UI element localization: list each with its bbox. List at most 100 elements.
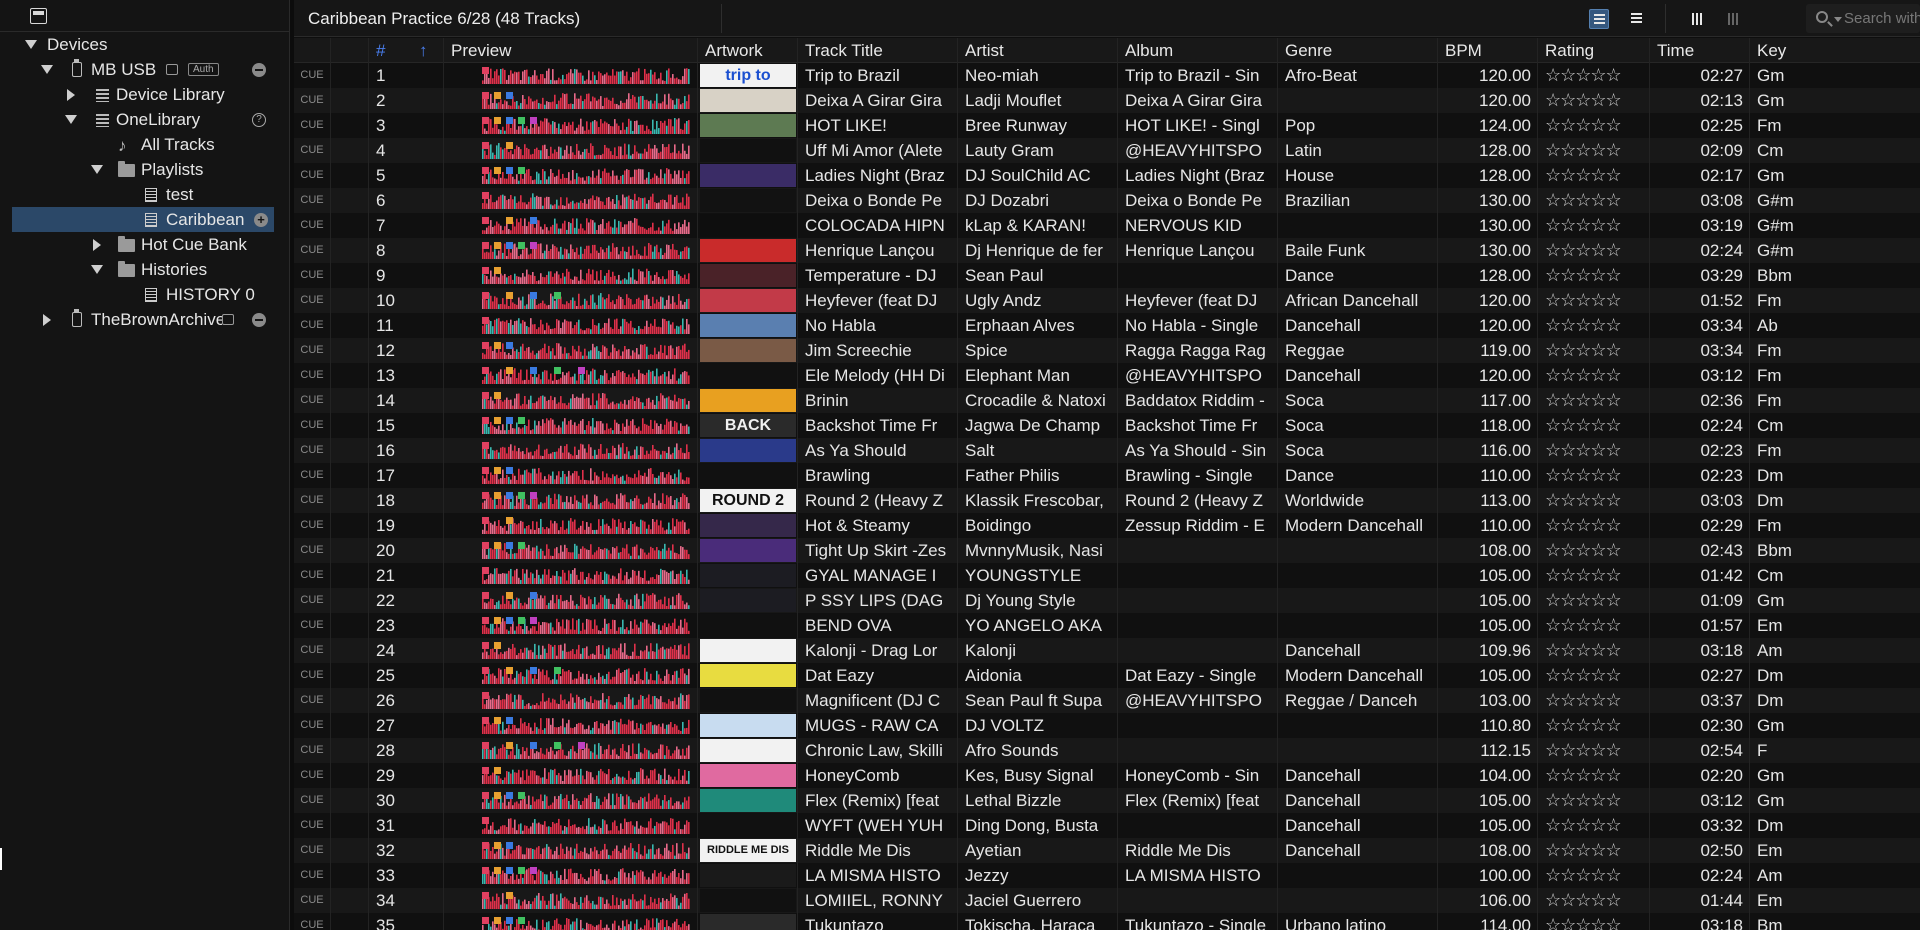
table-row[interactable]: CUE 3 HOT LIKE! Bree Runway HOT LIKE! - Sing…: [294, 113, 1920, 138]
rating-stars[interactable]: ☆☆☆☆☆: [1538, 438, 1650, 463]
cue-button[interactable]: CUE: [294, 638, 331, 663]
tree-mb-usb[interactable]: MB USB Auth: [0, 57, 290, 82]
cue-button[interactable]: CUE: [294, 438, 331, 463]
waveform-preview[interactable]: [444, 213, 698, 238]
expand-open-icon[interactable]: [41, 65, 53, 74]
rating-stars[interactable]: ☆☆☆☆☆: [1538, 713, 1650, 738]
rating-stars[interactable]: ☆☆☆☆☆: [1538, 538, 1650, 563]
waveform-preview[interactable]: [444, 738, 698, 763]
eject-icon[interactable]: [252, 63, 266, 77]
compact-list-button[interactable]: [1627, 9, 1647, 29]
table-row[interactable]: CUE 19 Hot & Steamy Boidingo Zessup Riddim -…: [294, 513, 1920, 538]
tree-all-tracks[interactable]: ♪ All Tracks: [0, 132, 290, 157]
waveform-preview[interactable]: [444, 288, 698, 313]
waveform-preview[interactable]: [444, 238, 698, 263]
rating-stars[interactable]: ☆☆☆☆☆: [1538, 563, 1650, 588]
chevron-down-icon[interactable]: [1834, 17, 1842, 22]
rating-stars[interactable]: ☆☆☆☆☆: [1538, 913, 1650, 930]
waveform-preview[interactable]: [444, 563, 698, 588]
table-row[interactable]: CUE 17 Brawling Father Philis Brawling - Sin…: [294, 463, 1920, 488]
col-album-header[interactable]: Album: [1118, 38, 1278, 63]
rating-stars[interactable]: ☆☆☆☆☆: [1538, 613, 1650, 638]
cue-button[interactable]: CUE: [294, 863, 331, 888]
waveform-preview[interactable]: [444, 163, 698, 188]
table-row[interactable]: CUE 25 Dat Eazy Aidonia Dat Eazy - Single Mod…: [294, 663, 1920, 688]
rating-stars[interactable]: ☆☆☆☆☆: [1538, 288, 1650, 313]
waveform-preview[interactable]: [444, 688, 698, 713]
list-view-button[interactable]: [1589, 9, 1609, 29]
table-row[interactable]: CUE 13 Ele Melody (HH Di Elephant Man @HEAVY…: [294, 363, 1920, 388]
waveform-preview[interactable]: [444, 788, 698, 813]
table-row[interactable]: CUE 27 MUGS - RAW CA DJ VOLTZ 110.80 ☆☆☆☆☆ 02:…: [294, 713, 1920, 738]
waveform-preview[interactable]: [444, 413, 698, 438]
waveform-preview[interactable]: [444, 263, 698, 288]
split-view-button[interactable]: [1724, 9, 1744, 29]
column-view-button[interactable]: [1688, 9, 1708, 29]
waveform-preview[interactable]: [444, 613, 698, 638]
tree-hot-cue-bank[interactable]: Hot Cue Bank: [0, 232, 290, 257]
table-row[interactable]: CUE 11 No Habla Erphaan Alves No Habla - Sin…: [294, 313, 1920, 338]
tree-histories[interactable]: Histories: [0, 257, 290, 282]
cue-button[interactable]: CUE: [294, 63, 331, 88]
table-row[interactable]: CUE 14 Brinin Crocadile & Natoxi Baddatox Ri…: [294, 388, 1920, 413]
col-title-header[interactable]: Track Title: [798, 38, 958, 63]
table-row[interactable]: CUE 30 Flex (Remix) [feat Lethal Bizzle Flex…: [294, 788, 1920, 813]
expand-closed-icon[interactable]: [93, 239, 101, 251]
table-row[interactable]: CUE 21 GYAL MANAGE I YOUNGSTYLE 105.00 ☆☆☆☆☆ 0…: [294, 563, 1920, 588]
cue-button[interactable]: CUE: [294, 488, 331, 513]
tree-onelibrary[interactable]: OneLibrary ?: [0, 107, 290, 132]
waveform-preview[interactable]: [444, 888, 698, 913]
table-row[interactable]: CUE 34 LOMIIEL, RONNY Jaciel Guerrero 106.00…: [294, 888, 1920, 913]
col-key-header[interactable]: Key: [1750, 38, 1920, 63]
waveform-preview[interactable]: [444, 638, 698, 663]
waveform-preview[interactable]: [444, 438, 698, 463]
rating-stars[interactable]: ☆☆☆☆☆: [1538, 63, 1650, 88]
rating-stars[interactable]: ☆☆☆☆☆: [1538, 838, 1650, 863]
waveform-preview[interactable]: [444, 838, 698, 863]
waveform-preview[interactable]: [444, 88, 698, 113]
rating-stars[interactable]: ☆☆☆☆☆: [1538, 513, 1650, 538]
col-bpm-header[interactable]: BPM: [1438, 38, 1538, 63]
table-row[interactable]: CUE 32 RIDDLE ME DIS Riddle Me Dis Ayetian Ri…: [294, 838, 1920, 863]
rating-stars[interactable]: ☆☆☆☆☆: [1538, 638, 1650, 663]
rating-stars[interactable]: ☆☆☆☆☆: [1538, 788, 1650, 813]
waveform-preview[interactable]: [444, 763, 698, 788]
cue-button[interactable]: CUE: [294, 763, 331, 788]
cue-button[interactable]: CUE: [294, 263, 331, 288]
waveform-preview[interactable]: [444, 363, 698, 388]
col-artwork-header[interactable]: Artwork: [698, 38, 798, 63]
waveform-preview[interactable]: [444, 513, 698, 538]
table-row[interactable]: CUE 22 P SSY LIPS (DAG Dj Young Style 105.00…: [294, 588, 1920, 613]
rating-stars[interactable]: ☆☆☆☆☆: [1538, 263, 1650, 288]
rating-stars[interactable]: ☆☆☆☆☆: [1538, 813, 1650, 838]
table-row[interactable]: CUE 16 As Ya Should Salt As Ya Should - Sin S…: [294, 438, 1920, 463]
cue-button[interactable]: CUE: [294, 713, 331, 738]
cue-button[interactable]: CUE: [294, 363, 331, 388]
table-row[interactable]: CUE 15 BACK Backshot Time Fr Jagwa De Champ B…: [294, 413, 1920, 438]
cue-button[interactable]: CUE: [294, 738, 331, 763]
tree-playlist-test[interactable]: test: [0, 182, 290, 207]
col-preview-header[interactable]: Preview: [444, 38, 698, 63]
rating-stars[interactable]: ☆☆☆☆☆: [1538, 488, 1650, 513]
waveform-preview[interactable]: [444, 588, 698, 613]
cue-button[interactable]: CUE: [294, 588, 331, 613]
rating-stars[interactable]: ☆☆☆☆☆: [1538, 313, 1650, 338]
rating-stars[interactable]: ☆☆☆☆☆: [1538, 863, 1650, 888]
table-row[interactable]: CUE 26 Magnificent (DJ C Sean Paul ft Supa @…: [294, 688, 1920, 713]
expand-open-icon[interactable]: [91, 165, 103, 174]
col-rating-header[interactable]: Rating: [1538, 38, 1650, 63]
cue-button[interactable]: CUE: [294, 88, 331, 113]
table-row[interactable]: CUE 7 COLOCADA HIPN kLap & KARAN! NERVOUS KI…: [294, 213, 1920, 238]
rating-stars[interactable]: ☆☆☆☆☆: [1538, 363, 1650, 388]
cue-button[interactable]: CUE: [294, 338, 331, 363]
cue-button[interactable]: CUE: [294, 563, 331, 588]
table-row[interactable]: CUE 31 WYFT (WEH YUH Ding Dong, Busta Danceh…: [294, 813, 1920, 838]
cue-button[interactable]: CUE: [294, 888, 331, 913]
table-row[interactable]: CUE 4 Uff Mi Amor (Alete Lauty Gram @HEAVYHI…: [294, 138, 1920, 163]
cue-button[interactable]: CUE: [294, 663, 331, 688]
waveform-preview[interactable]: [444, 388, 698, 413]
cue-button[interactable]: CUE: [294, 688, 331, 713]
eject-icon[interactable]: [252, 313, 266, 327]
waveform-preview[interactable]: [444, 113, 698, 138]
waveform-preview[interactable]: [444, 863, 698, 888]
